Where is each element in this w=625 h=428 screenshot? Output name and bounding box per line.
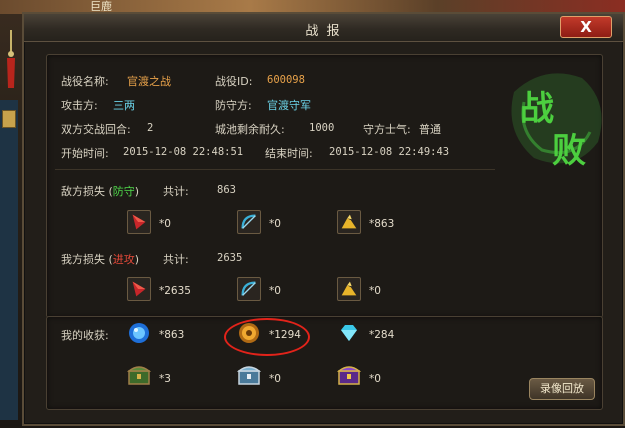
defender-value: 官渡守军 bbox=[267, 99, 311, 112]
our-bow-count: *0 bbox=[269, 285, 281, 297]
silver-chest-icon bbox=[237, 366, 261, 385]
start-time-value: 2015-12-08 22:48:51 bbox=[123, 146, 244, 158]
window-title: 战 报 bbox=[305, 24, 342, 39]
rewards-panel: 我的收获: *863 *1294 *284 *3 *0 *0 bbox=[46, 316, 603, 410]
durability-value: 1000 bbox=[309, 122, 335, 134]
rounds-label: 双方交战回合: bbox=[61, 123, 131, 136]
morale-label: 守方士气: bbox=[363, 123, 411, 136]
end-time-value: 2015-12-08 22:49:43 bbox=[329, 146, 450, 158]
our-loss-label: 我方损失 (进攻) bbox=[61, 253, 140, 266]
cavalry-icon bbox=[337, 210, 361, 234]
enemy-total-label: 共计: bbox=[163, 185, 189, 198]
reward-purple-chest-count: *0 bbox=[369, 373, 381, 385]
sword-icon bbox=[127, 277, 151, 301]
morale-value: 普通 bbox=[419, 123, 441, 136]
battle-report-window: 战 报 X 战役名称: 官渡之战 战役ID: 600098 攻击方: 三两 防守… bbox=[22, 12, 625, 426]
mail-tab-icon[interactable] bbox=[2, 110, 16, 128]
rounds-value: 2 bbox=[147, 122, 154, 134]
diamond-icon bbox=[341, 325, 357, 341]
battle-id-value: 600098 bbox=[267, 74, 305, 86]
bow-icon bbox=[237, 210, 261, 234]
battle-id-label: 战役ID: bbox=[215, 75, 253, 88]
close-button[interactable]: X bbox=[560, 16, 612, 38]
enemy-loss-label: 敌方损失 (防守) bbox=[61, 185, 140, 198]
replay-button[interactable]: 录像回放 bbox=[529, 378, 595, 400]
enemy-total-value: 863 bbox=[217, 184, 236, 196]
green-chest-icon bbox=[127, 366, 151, 385]
enemy-cavalry-count: *863 bbox=[369, 218, 395, 230]
our-cavalry-count: *0 bbox=[369, 285, 381, 297]
end-time-label: 结束时间: bbox=[265, 147, 313, 160]
reward-orb-count: *863 bbox=[159, 329, 185, 341]
reward-diamond-count: *284 bbox=[369, 329, 395, 341]
reward-silver-chest-count: *0 bbox=[269, 373, 281, 385]
bow-icon bbox=[237, 277, 261, 301]
rewards-label: 我的收获: bbox=[61, 329, 109, 342]
battle-name-label: 战役名称: bbox=[61, 75, 109, 88]
cavalry-icon bbox=[337, 277, 361, 301]
side-strip bbox=[0, 100, 18, 420]
enemy-sword-count: *0 bbox=[159, 218, 171, 230]
our-total-label: 共计: bbox=[163, 253, 189, 266]
attacker-value: 三两 bbox=[113, 99, 135, 112]
defeat-stamp-icon: 战 败 bbox=[511, 73, 602, 171]
highlight-circle bbox=[224, 318, 310, 356]
start-time-label: 开始时间: bbox=[61, 147, 109, 160]
durability-label: 城池剩余耐久: bbox=[215, 123, 285, 136]
divider bbox=[55, 169, 495, 170]
tassel-icon bbox=[7, 30, 15, 88]
attacker-label: 攻击方: bbox=[61, 99, 98, 112]
our-total-value: 2635 bbox=[217, 252, 243, 264]
reward-green-chest-count: *3 bbox=[159, 373, 171, 385]
sword-icon bbox=[127, 210, 151, 234]
purple-chest-icon bbox=[337, 366, 361, 385]
blue-orb-icon bbox=[129, 323, 149, 343]
stamp-char-1: 战 bbox=[520, 89, 554, 129]
defender-label: 防守方: bbox=[215, 99, 252, 112]
title-bar: 战 报 X bbox=[24, 14, 623, 42]
stamp-char-2: 败 bbox=[552, 131, 586, 171]
battle-name-value: 官渡之战 bbox=[127, 75, 171, 88]
enemy-bow-count: *0 bbox=[269, 218, 281, 230]
our-sword-count: *2635 bbox=[159, 285, 191, 297]
